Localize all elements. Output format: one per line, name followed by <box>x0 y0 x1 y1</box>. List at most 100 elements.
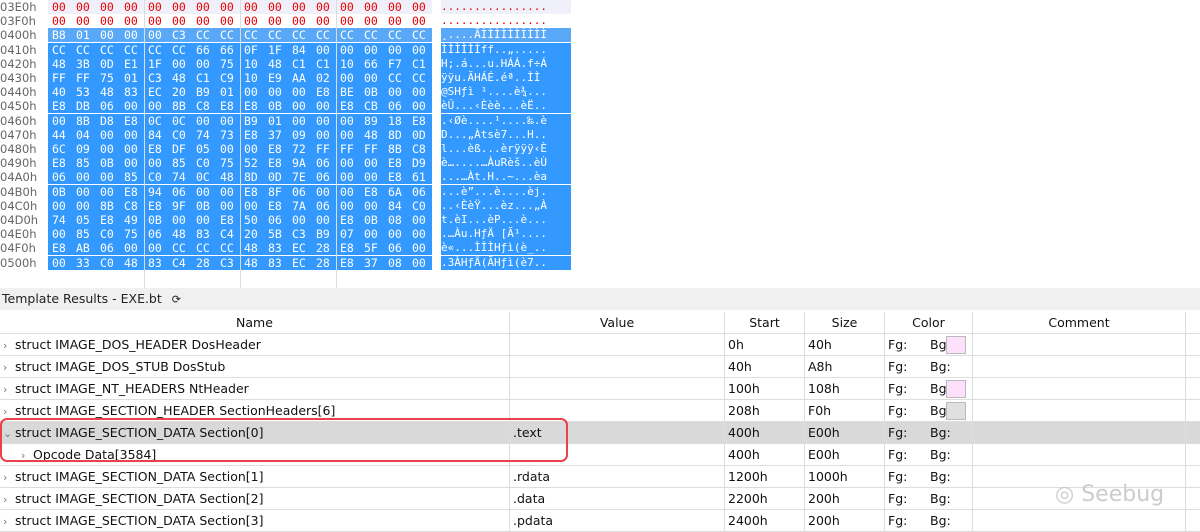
hex-byte[interactable]: 48 <box>168 71 192 85</box>
hex-byte[interactable]: 0B <box>360 213 384 227</box>
refresh-icon[interactable]: ⟳ <box>172 293 181 306</box>
hex-byte[interactable]: 0B <box>360 85 384 99</box>
column-header-start[interactable]: Start <box>725 312 805 333</box>
hex-byte[interactable]: 00 <box>144 99 168 113</box>
hex-byte[interactable]: 37 <box>360 256 384 270</box>
hex-byte[interactable]: 00 <box>120 142 144 156</box>
hex-row[interactable]: 04A0h 06 00 00 85 C0 74 0C 48 8D 0D 7E 06 00 00 E8 61...… <box>0 170 575 185</box>
hex-byte[interactable]: E8 <box>216 213 240 227</box>
hex-byte[interactable]: C8 <box>120 199 144 213</box>
hex-byte[interactable]: 28 <box>312 241 336 255</box>
hex-byte[interactable]: E8 <box>96 213 120 227</box>
hex-byte[interactable]: 0B <box>96 156 120 170</box>
hex-byte[interactable]: 08 <box>384 213 408 227</box>
hex-byte[interactable]: CC <box>144 43 168 57</box>
hex-byte[interactable]: 8B <box>384 142 408 156</box>
hex-byte[interactable]: 00 <box>360 0 384 14</box>
hex-byte[interactable]: 6A <box>384 185 408 199</box>
hex-byte[interactable]: E8 <box>408 114 432 128</box>
hex-byte[interactable]: 00 <box>336 185 360 199</box>
hex-byte[interactable]: 00 <box>384 0 408 14</box>
hex-byte[interactable]: 0D <box>96 57 120 71</box>
bg-color-swatch[interactable] <box>946 402 966 420</box>
hex-byte[interactable]: CC <box>216 241 240 255</box>
hex-byte[interactable]: C3 <box>288 227 312 241</box>
hex-byte[interactable]: 48 <box>240 241 264 255</box>
hex-byte[interactable]: E8 <box>48 156 72 170</box>
hex-byte[interactable]: 00 <box>96 185 120 199</box>
hex-byte[interactable]: 00 <box>216 142 240 156</box>
hex-byte[interactable]: 00 <box>72 185 96 199</box>
hex-byte[interactable]: C4 <box>168 256 192 270</box>
column-header-size[interactable]: Size <box>805 312 885 333</box>
ascii-text[interactable]: è«...ÌÌÌHƒì(è_.. <box>441 241 571 256</box>
hex-byte[interactable]: 00 <box>312 43 336 57</box>
hex-byte[interactable]: C3 <box>216 256 240 270</box>
hex-byte[interactable]: 00 <box>360 199 384 213</box>
hex-byte[interactable]: 5F <box>360 241 384 255</box>
hex-byte[interactable]: 0C <box>168 114 192 128</box>
ascii-text[interactable]: l...èß...èrÿÿÿ‹È <box>441 142 571 156</box>
hex-byte[interactable]: CC <box>120 43 144 57</box>
hex-byte[interactable]: 00 <box>312 114 336 128</box>
hex-byte[interactable]: 00 <box>144 0 168 14</box>
hex-byte[interactable]: 53 <box>72 85 96 99</box>
hex-byte[interactable]: 06 <box>312 170 336 184</box>
hex-byte[interactable]: C0 <box>144 170 168 184</box>
hex-byte[interactable]: 06 <box>312 156 336 170</box>
hex-byte[interactable]: 00 <box>312 0 336 14</box>
hex-byte[interactable]: 00 <box>264 0 288 14</box>
hex-byte[interactable]: 00 <box>408 213 432 227</box>
hex-byte[interactable]: E8 <box>336 241 360 255</box>
hex-byte[interactable]: 00 <box>192 213 216 227</box>
chevron-right-icon[interactable]: › <box>3 511 15 531</box>
hex-byte[interactable]: 00 <box>384 43 408 57</box>
hex-row[interactable]: 0470h 44 04 00 00 84 C0 74 73 E8 37 09 00 00 48 8D 0D D..… <box>0 127 575 142</box>
hex-byte[interactable]: 10 <box>336 57 360 71</box>
hex-byte[interactable]: C1 <box>192 71 216 85</box>
hex-byte[interactable]: 00 <box>360 170 384 184</box>
hex-byte[interactable]: 9F <box>168 199 192 213</box>
hex-byte[interactable]: 00 <box>168 213 192 227</box>
hex-byte[interactable]: 8D <box>384 128 408 142</box>
hex-byte[interactable]: 00 <box>120 241 144 255</box>
hex-byte[interactable]: 28 <box>192 256 216 270</box>
hex-byte[interactable]: EC <box>288 256 312 270</box>
hex-byte[interactable]: 00 <box>72 170 96 184</box>
ascii-text[interactable]: ...…Àt.H..~...èa <box>441 170 571 185</box>
hex-byte[interactable]: 00 <box>144 14 168 28</box>
hex-byte[interactable]: 00 <box>120 14 144 28</box>
hex-byte[interactable]: 83 <box>264 241 288 255</box>
hex-byte[interactable]: 83 <box>192 227 216 241</box>
hex-byte[interactable]: 7E <box>288 170 312 184</box>
hex-byte[interactable]: 8D <box>240 170 264 184</box>
hex-byte[interactable]: 0B <box>144 213 168 227</box>
hex-byte[interactable]: FF <box>360 142 384 156</box>
hex-byte[interactable]: E8 <box>264 142 288 156</box>
hex-byte[interactable]: 00 <box>240 14 264 28</box>
hex-byte[interactable]: 00 <box>96 128 120 142</box>
ascii-text[interactable]: t.èI...èP...è... <box>441 213 571 227</box>
hex-byte[interactable]: CC <box>360 28 384 42</box>
hex-byte[interactable]: 00 <box>264 14 288 28</box>
hex-byte[interactable]: C8 <box>408 142 432 156</box>
hex-byte[interactable]: 74 <box>192 128 216 142</box>
hex-byte[interactable]: 00 <box>288 85 312 99</box>
hex-row[interactable]: 04B0h 0B 00 00 E8 94 06 00 00 E8 8F 06 00 00 E8 6A 06...… <box>0 184 575 199</box>
ascii-text[interactable]: ...è”...è....èj. <box>441 184 571 199</box>
hex-row[interactable]: 04D0h 74 05 E8 49 0B 00 00 E8 50 06 00 00 E8 0B 08 00 t.è… <box>0 213 575 227</box>
hex-byte[interactable]: 00 <box>312 128 336 142</box>
chevron-right-icon[interactable]: › <box>3 379 15 399</box>
hex-byte[interactable]: 00 <box>288 0 312 14</box>
hex-byte[interactable]: CC <box>216 28 240 42</box>
hex-byte[interactable]: 00 <box>288 114 312 128</box>
hex-byte[interactable]: 00 <box>312 185 336 199</box>
hex-byte[interactable]: 00 <box>336 114 360 128</box>
column-header-name[interactable]: Name <box>0 312 510 333</box>
chevron-right-icon[interactable]: › <box>3 357 15 377</box>
hex-byte[interactable]: CC <box>96 43 120 57</box>
hex-row[interactable]: 04F0h E8 AB 06 00 00 CC CC CC 48 83 EC 28 E8 5F 06 00 è«.… <box>0 241 575 256</box>
hex-byte[interactable]: 40 <box>48 85 72 99</box>
hex-byte[interactable]: 75 <box>216 57 240 71</box>
hex-byte[interactable]: CC <box>288 28 312 42</box>
